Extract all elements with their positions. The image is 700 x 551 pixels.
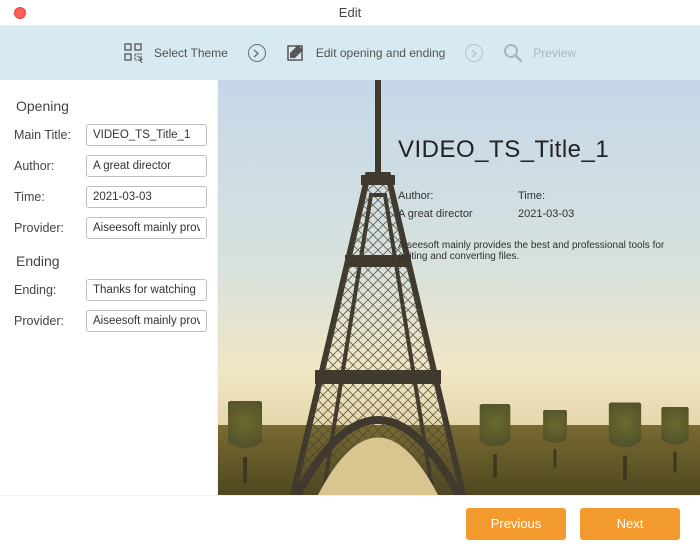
step-edit-opening[interactable]: Edit opening and ending: [286, 43, 445, 63]
magnifier-icon: [503, 43, 523, 63]
step-select-theme-label: Select Theme: [154, 46, 228, 60]
step-preview[interactable]: Preview: [503, 43, 576, 63]
preview-provider-text: Aiseesoft mainly provides the best and p…: [398, 240, 676, 262]
preview-overlay: VIDEO_TS_Title_1 Author: Time: A great d…: [398, 136, 676, 262]
provider-opening-input[interactable]: [86, 217, 207, 239]
chevron-right-icon: [248, 44, 266, 62]
time-input[interactable]: [86, 186, 207, 208]
close-window-button[interactable]: [14, 7, 26, 19]
step-preview-label: Preview: [533, 46, 576, 60]
preview-tree: [543, 410, 567, 452]
provider-label: Provider:: [14, 221, 80, 235]
preview-tree: [661, 407, 688, 455]
time-label: Time:: [14, 190, 80, 204]
stepbar: Select Theme Edit opening and ending Pre…: [0, 26, 700, 80]
edit-icon: [286, 43, 306, 63]
ending-input[interactable]: [86, 279, 207, 301]
preview-time-value: 2021-03-03: [518, 208, 638, 220]
step-edit-opening-label: Edit opening and ending: [316, 46, 445, 60]
preview-author-label: Author:: [398, 190, 518, 202]
titlebar: Edit: [0, 0, 700, 26]
author-label: Author:: [14, 159, 80, 173]
opening-header: Opening: [16, 98, 207, 114]
chevron-right-icon: [465, 44, 483, 62]
author-input[interactable]: [86, 155, 207, 177]
preview-author-value: A great director: [398, 208, 518, 220]
window-title: Edit: [339, 5, 361, 20]
preview-tree: [609, 403, 641, 460]
provider-ending-input[interactable]: [86, 310, 207, 332]
preview-tree: [228, 401, 262, 461]
preview-tree: [480, 404, 511, 458]
form-panel: Opening Main Title: Author: Time: Provid…: [0, 80, 218, 495]
ending-header: Ending: [16, 253, 207, 269]
preview-title: VIDEO_TS_Title_1: [398, 136, 676, 164]
grid-icon: [124, 43, 144, 63]
step-select-theme[interactable]: Select Theme: [124, 43, 228, 63]
previous-button[interactable]: Previous: [466, 508, 566, 540]
preview-time-label: Time:: [518, 190, 638, 202]
main-title-label: Main Title:: [14, 128, 80, 142]
main-title-input[interactable]: [86, 124, 207, 146]
provider-ending-label: Provider:: [14, 314, 80, 328]
footer: Previous Next: [0, 495, 700, 551]
next-button[interactable]: Next: [580, 508, 680, 540]
ending-label: Ending:: [14, 283, 80, 297]
preview-area: VIDEO_TS_Title_1 Author: Time: A great d…: [218, 80, 700, 495]
